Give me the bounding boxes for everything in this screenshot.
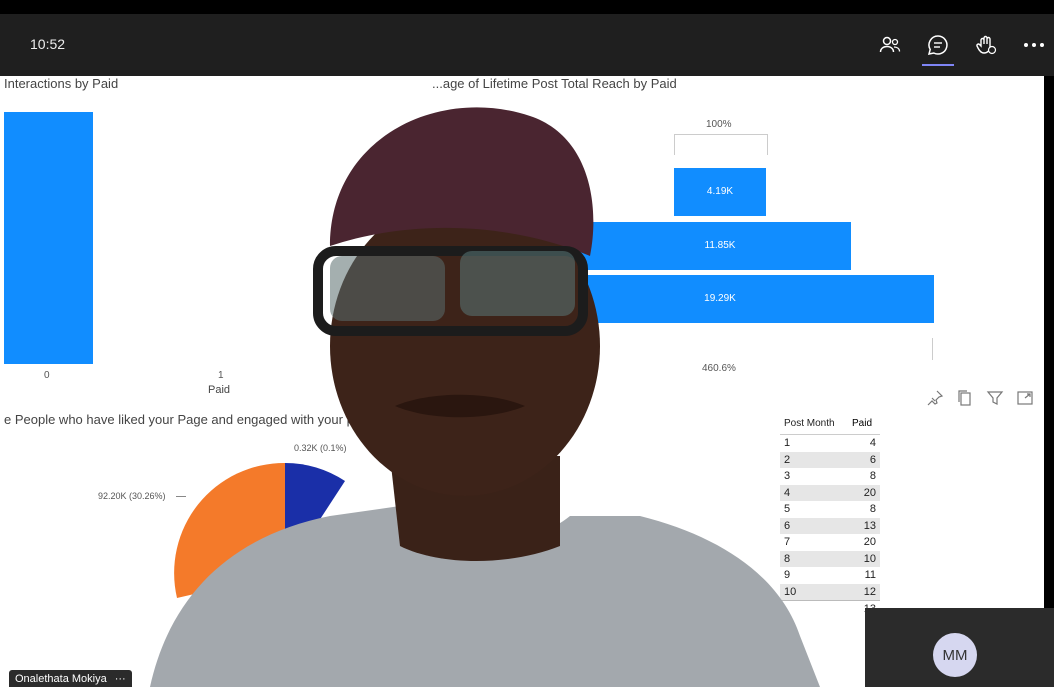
pie-slice-blue[interactable]	[285, 463, 345, 573]
chart2-title: ...age of Lifetime Post Total Reach by P…	[432, 76, 677, 91]
presenter-name: Onalethata Mokiya	[15, 672, 107, 685]
month-table: Post Month Paid 1 4 2 6 3 8 4 20 5 8 6 13 7 20 8 10 9 11 1…	[780, 416, 880, 618]
table-cell-paid: 20	[863, 486, 876, 499]
table-cell-month: 7	[784, 536, 791, 548]
table-row[interactable]: 9 11	[780, 567, 880, 584]
shared-screen: Interactions by Paid 0 1 Paid ...age of …	[0, 76, 1044, 687]
chat-active-indicator	[922, 64, 954, 66]
pie-slice-orange[interactable]	[174, 462, 285, 598]
table-cell-month: 3	[784, 470, 791, 482]
chart3-label-orange: 92.20K (30.26%)	[98, 491, 166, 501]
chart1-xlabel: Paid	[208, 384, 231, 396]
chart2-bar-3[interactable]	[348, 334, 378, 364]
table-cell-month: 2	[784, 453, 791, 466]
chart3-label-blue: 0.32K (0.1%)	[294, 443, 347, 453]
table-row[interactable]: 26	[780, 451, 880, 468]
table-row[interactable]: 7 20	[780, 534, 880, 551]
table-cell-paid: 13	[863, 519, 876, 532]
chart1-xtick-1: 1	[218, 370, 224, 381]
chart2-top-pct: 100%	[706, 119, 732, 130]
chart2-bar-label-0: 4.19K	[706, 186, 734, 197]
table-cell-paid: 12	[863, 585, 876, 598]
chart2-bracket	[674, 134, 768, 155]
more-icon[interactable]	[1020, 31, 1048, 59]
table-cell-month: 6	[784, 519, 791, 532]
chart2-bottom-pct: 460.6%	[702, 363, 736, 374]
table-cell-month: 9	[784, 569, 791, 581]
chart2-axis	[932, 338, 933, 360]
table-cell-month: 4	[784, 486, 791, 499]
meeting-toolbar: 10:52	[0, 14, 1054, 76]
table-row[interactable]: 8 10	[780, 550, 880, 567]
table-cell-paid: 8	[869, 470, 876, 482]
meeting-clock: 10:52	[30, 36, 66, 52]
filter-icon[interactable]	[986, 389, 1004, 412]
copy-icon[interactable]	[956, 389, 974, 412]
table-cell-paid: 8	[869, 503, 876, 515]
table-cell-paid: 11	[864, 569, 876, 581]
table-row[interactable]: 38	[780, 468, 880, 485]
table-header-row: Post Month Paid	[780, 416, 880, 435]
chart1-bar-0[interactable]	[4, 112, 93, 364]
table-header-month[interactable]: Post Month	[784, 418, 835, 429]
table-row[interactable]: 58	[780, 501, 880, 518]
table-row[interactable]: 14	[780, 435, 880, 452]
people-icon[interactable]	[876, 31, 904, 59]
more-options-icon[interactable]: ···	[115, 673, 126, 685]
table-cell-month: 10	[784, 585, 797, 598]
pin-icon[interactable]	[926, 389, 944, 412]
visual-toolbar	[926, 389, 1034, 412]
chart3-title: e People who have liked your Page and en…	[4, 412, 354, 427]
table-cell-paid: 6	[869, 453, 876, 466]
raise-hand-icon[interactable]	[972, 31, 1000, 59]
pie-chart	[174, 462, 345, 598]
table-cell-month: 8	[784, 552, 791, 565]
avatar: MM	[933, 633, 977, 677]
table-cell-paid: 4	[869, 437, 876, 449]
table-row[interactable]: 10 12	[780, 583, 880, 600]
chart2-bar-label-2: 19.29K	[704, 293, 736, 304]
table-body: 1 4 2 6 3 8 4 20 5 8 6 13 7 20 8 10 9 11 10 12	[780, 435, 880, 600]
focus-mode-icon[interactable]	[1016, 389, 1034, 412]
table-cell-month: 5	[784, 503, 791, 515]
table-header-paid[interactable]: Paid	[852, 418, 872, 429]
participant-tile[interactable]: MM	[865, 608, 1054, 687]
chart2-bar-label-1: 11.85K	[704, 240, 736, 251]
presenter-name-tag: Onalethata Mokiya ···	[9, 670, 132, 687]
table-cell-paid: 20	[863, 536, 876, 548]
chat-icon[interactable]	[924, 31, 952, 59]
chart1-xtick-0: 0	[44, 370, 50, 381]
table-row[interactable]: 6 13	[780, 517, 880, 534]
presenter-video	[150, 107, 820, 687]
table-row[interactable]: 4 20	[780, 484, 880, 501]
chart1-title: Interactions by Paid	[4, 76, 119, 91]
table-cell-month: 1	[784, 437, 791, 449]
table-cell-paid: 10	[863, 552, 876, 565]
